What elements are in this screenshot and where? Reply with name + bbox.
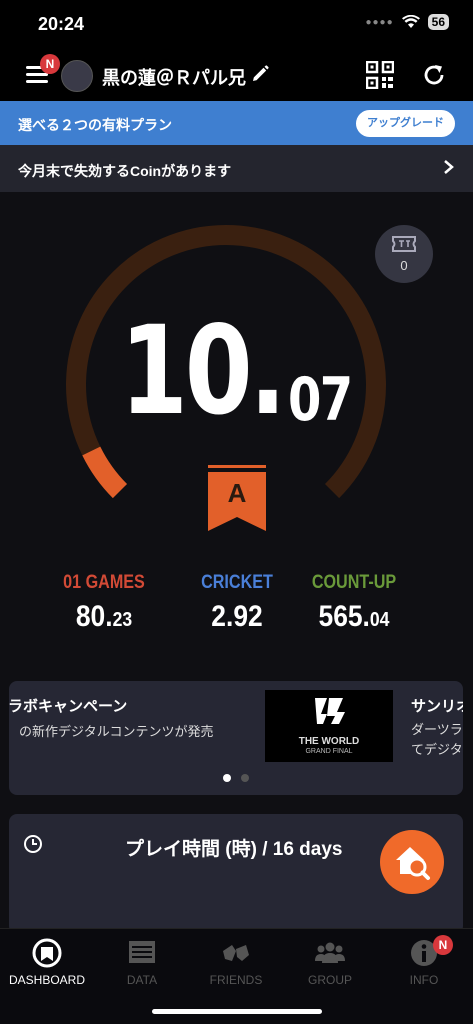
tab-label: GROUP xyxy=(307,973,352,987)
qr-code-icon[interactable] xyxy=(366,61,394,89)
refresh-icon[interactable] xyxy=(422,63,446,87)
ticket-count: 0 xyxy=(400,258,408,273)
tab-dashboard[interactable]: DASHBOARD xyxy=(0,937,94,987)
upgrade-button[interactable]: アップグレード xyxy=(356,110,455,137)
dashboard-icon xyxy=(32,938,62,968)
stat-01-games[interactable]: 01 GAMES 80.23 xyxy=(34,572,174,634)
tab-data[interactable]: DATA xyxy=(95,937,189,987)
stat-label: COUNT-UP xyxy=(311,572,397,593)
wifi-icon xyxy=(401,15,420,28)
stat-value: 565.04 xyxy=(318,600,390,633)
rank-letter: A xyxy=(227,478,247,508)
paid-plan-banner[interactable]: 選べる２つの有料プラン アップグレード xyxy=(0,101,473,145)
the-world-logo xyxy=(315,698,345,724)
stats-row: 01 GAMES 80.23 CRICKET 2.92 COUNT-UP 565… xyxy=(0,572,473,642)
friends-icon xyxy=(223,945,249,961)
shop-search-button[interactable] xyxy=(380,830,444,894)
status-icons: ●●●● 56 xyxy=(365,14,449,30)
plan-banner-text: 選べる２つの有料プラン xyxy=(18,117,172,133)
coin-expiry-notice[interactable]: 今月末で失効するCoinがあります xyxy=(0,145,473,192)
campaign-image[interactable]: THE WORLD GRAND FINAL xyxy=(265,690,393,762)
campaign-carousel[interactable]: コラボキャンペーン の新作デジタルコンテンツが発売 THE WORLD GRAN… xyxy=(9,681,463,795)
ticket-icon xyxy=(392,236,416,252)
gauge-fill xyxy=(82,446,128,499)
rating-integer: 10. xyxy=(120,300,287,442)
pager-dot[interactable] xyxy=(241,774,249,782)
stat-value: 80.23 xyxy=(75,600,133,633)
tab-label: FRIENDS xyxy=(209,973,263,987)
next-campaign-text: ダーツライ xyxy=(411,722,463,737)
campaign-image-subtitle: GRAND FINAL xyxy=(305,748,353,755)
campaign-image-title: THE WORLD xyxy=(298,736,360,747)
campaign-title: コラボキャンペーン xyxy=(9,698,128,715)
carousel-pager xyxy=(223,774,249,782)
status-time: 20:24 xyxy=(38,14,85,34)
tab-friends[interactable]: FRIENDS xyxy=(189,937,283,987)
stat-value: 2.92 xyxy=(211,600,263,633)
clock-icon xyxy=(24,835,42,853)
stat-label: 01 GAMES xyxy=(63,572,145,593)
status-bar: 20:24 ●●●● 56 xyxy=(0,0,473,50)
signal-icon: ●●●● xyxy=(365,16,394,28)
battery-indicator: 56 xyxy=(427,14,449,30)
edit-icon[interactable] xyxy=(250,64,270,84)
group-icon xyxy=(315,942,345,963)
campaign-subtitle: の新作デジタルコンテンツが発売 xyxy=(19,724,214,739)
tab-label: DASHBOARD xyxy=(8,973,85,987)
tab-label: DATA xyxy=(126,973,158,987)
tab-info[interactable]: N INFO xyxy=(377,935,471,987)
info-badge: N xyxy=(433,935,453,955)
tab-label: INFO xyxy=(409,973,439,987)
app-header: N 黒の蓮＠Ｒパル兄 xyxy=(0,50,473,101)
home-indicator xyxy=(152,1009,322,1014)
next-campaign-text: てデジタル xyxy=(411,742,463,757)
chevron-right-icon xyxy=(444,160,454,174)
data-icon xyxy=(129,941,155,963)
rating-decimal: 07 xyxy=(288,365,353,435)
home-search-icon xyxy=(396,847,430,880)
tab-group[interactable]: GROUP xyxy=(283,937,377,987)
coin-notice-text: 今月末で失効するCoinがあります xyxy=(18,163,232,179)
next-campaign-title: サンリオ xyxy=(411,698,463,715)
stat-label: CRICKET xyxy=(201,572,273,593)
playtime-title: プレイ時間 (時) / 16 days xyxy=(125,839,343,860)
dashboard-main: 0 10. 07 A 01 GAMES 80.23 CRICKET 2.92 C… xyxy=(0,192,473,934)
avatar[interactable] xyxy=(61,60,93,92)
pager-dot[interactable] xyxy=(223,774,231,782)
username[interactable]: 黒の蓮＠Ｒパル兄 xyxy=(102,64,246,90)
stat-count-up[interactable]: COUNT-UP 565.04 xyxy=(284,572,424,634)
menu-badge: N xyxy=(40,54,60,74)
ticket-button[interactable]: 0 xyxy=(375,225,433,283)
